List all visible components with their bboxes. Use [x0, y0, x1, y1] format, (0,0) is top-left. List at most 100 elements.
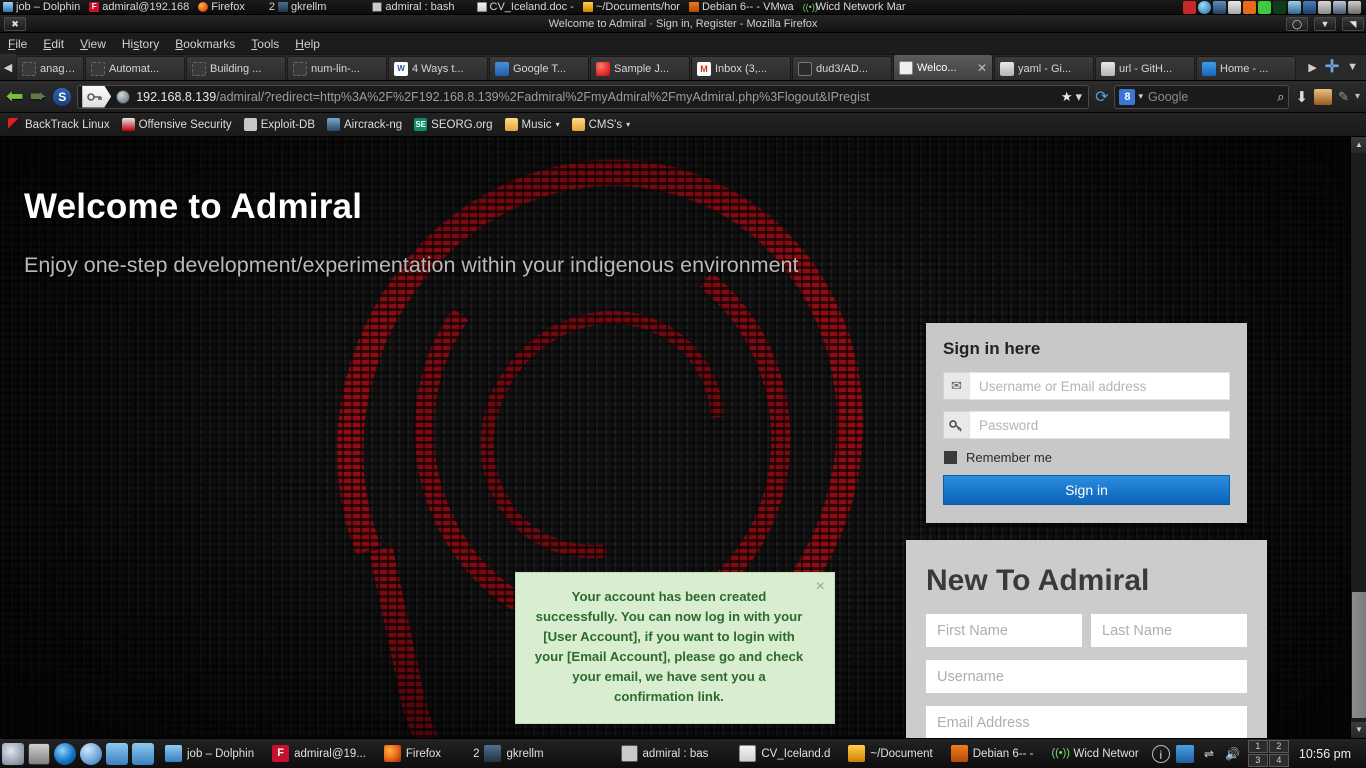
window-menu-button[interactable]: ✖ [4, 16, 26, 31]
maximize-button[interactable]: ▼ [1314, 16, 1336, 31]
taskbar-cv-iceland[interactable]: CV_Iceland.d [731, 742, 838, 766]
bookmark-star-icon[interactable]: ★ [1061, 89, 1073, 105]
remember-me-checkbox[interactable] [944, 451, 957, 464]
pidgin-icon[interactable] [1318, 0, 1331, 14]
kmenu-icon[interactable] [2, 742, 24, 765]
forward-button[interactable]: ➨ [30, 86, 48, 107]
folder2-icon[interactable] [132, 742, 154, 765]
chevron-down-icon[interactable]: ▾ [1076, 89, 1083, 105]
search-bar[interactable]: 8 ▾ Google ⌕ [1114, 84, 1290, 109]
chevron-down-icon[interactable]: ▾ [556, 120, 560, 129]
magnifier-icon[interactable]: ⌕ [1277, 89, 1284, 105]
tab-home-dropbox[interactable]: Home - ... [1196, 56, 1296, 80]
tab-inbox[interactable]: M Inbox (3,... [691, 56, 791, 80]
tab-url-github[interactable]: url - GitH... [1095, 56, 1195, 80]
bookmark-folder-music[interactable]: Music ▾ [504, 118, 560, 131]
bookmark-folder-cms[interactable]: CMS's ▾ [571, 118, 630, 131]
bookmark-exploit-db[interactable]: Exploit-DB [243, 118, 315, 131]
taskbar-filezilla[interactable]: F admiral@19... [264, 742, 374, 766]
menu-history[interactable]: History [122, 37, 159, 51]
remember-me-row[interactable]: Remember me [944, 450, 1230, 465]
tab-dud3-ad[interactable]: dud3/AD... [792, 56, 892, 80]
taskbar-gkrellm[interactable]: 2 gkrellm [451, 742, 551, 766]
klipper-icon[interactable] [1213, 0, 1226, 14]
signin-username-input[interactable] [969, 372, 1230, 400]
bookmark-offensive-security[interactable]: Offensive Security [121, 118, 232, 131]
desktop-1[interactable]: 1 [1247, 740, 1268, 753]
menu-view[interactable]: View [80, 37, 106, 51]
taskbar-documents[interactable]: ~/Document [840, 742, 940, 766]
printer-icon[interactable] [1348, 0, 1361, 14]
top-task-firefox[interactable]: Firefox [195, 0, 251, 14]
tab-automat[interactable]: Automat... [85, 56, 185, 80]
top-task-gkrellm[interactable]: 2 gkrellm [251, 0, 333, 14]
klipper-icon[interactable] [1175, 744, 1194, 763]
bookmark-backtrack-linux[interactable]: BackTrack Linux [8, 118, 110, 131]
water-icon[interactable] [1288, 0, 1301, 14]
top-task-dolphin[interactable]: job – Dolphin [0, 0, 86, 14]
desktop-2[interactable]: 2 [1268, 740, 1289, 753]
search-input[interactable]: Google [1148, 90, 1277, 104]
tab-sample-j[interactable]: Sample J... [590, 56, 690, 80]
kde-icon[interactable] [1303, 0, 1316, 14]
chevron-down-icon[interactable]: ▾ [626, 120, 630, 129]
top-task-cv-doc[interactable]: CV_Iceland.doc - [461, 0, 580, 14]
menu-bookmarks[interactable]: Bookmarks [175, 37, 235, 51]
taskbar-wicd[interactable]: ((•)) Wicd Networ [1043, 742, 1146, 766]
list-all-tabs-button[interactable]: ▼ [1347, 61, 1358, 73]
scroll-down-button[interactable]: ▼ [1351, 722, 1366, 738]
menu-help[interactable]: Help [295, 37, 320, 51]
menu-edit[interactable]: Edit [43, 37, 64, 51]
desktop-3[interactable]: 3 [1247, 754, 1268, 767]
globe-icon[interactable] [1198, 0, 1211, 14]
battery-icon[interactable] [1228, 0, 1241, 14]
taskbar-firefox[interactable]: Firefox [376, 742, 449, 766]
menu-tools[interactable]: Tools [251, 37, 279, 51]
home-icon[interactable] [1314, 88, 1333, 105]
volume-icon[interactable]: 🔊 [1224, 745, 1242, 763]
top-task-vmware[interactable]: Debian 6-- - VMwa [686, 0, 800, 14]
bookmark-aircrack-ng[interactable]: Aircrack-ng [327, 118, 402, 131]
desktop-pager[interactable]: 1 2 3 4 [1247, 740, 1289, 767]
site-identity-button[interactable] [82, 86, 111, 108]
globe-icon[interactable] [80, 742, 102, 765]
register-last-name-input[interactable] [1091, 614, 1247, 647]
top-task-bash[interactable]: admiral : bash [332, 0, 460, 14]
minimize-button[interactable]: ◯ [1286, 16, 1308, 31]
menu-file[interactable]: FFileile [8, 37, 27, 51]
tab-building[interactable]: Building ... [186, 56, 286, 80]
folder-icon[interactable] [106, 742, 128, 765]
display-icon[interactable] [1333, 0, 1346, 14]
tab-4-ways[interactable]: W 4 Ways t... [388, 56, 488, 80]
register-first-name-input[interactable] [926, 614, 1082, 647]
firefox-icon[interactable] [54, 742, 76, 765]
info-icon[interactable]: i [1151, 744, 1170, 763]
clock[interactable]: 10:56 pm [1295, 747, 1359, 761]
terminal-icon[interactable] [28, 742, 50, 765]
scrollbar-thumb[interactable] [1352, 592, 1366, 718]
signin-button[interactable]: Sign in [943, 475, 1230, 505]
register-email-input[interactable] [926, 706, 1247, 738]
power-icon[interactable] [1258, 0, 1271, 14]
tab-scroll-right-button[interactable]: ▶ [1308, 61, 1316, 74]
vertical-scrollbar[interactable]: ▲ ▼ [1350, 137, 1366, 738]
usb-icon[interactable]: ⇌ [1200, 745, 1218, 763]
reload-button[interactable]: ⟳ [1095, 87, 1108, 107]
back-button[interactable]: ⬅ [6, 86, 24, 107]
taskbar-bash[interactable]: admiral : bas [613, 742, 717, 766]
chevron-down-icon[interactable]: ▾ [1138, 91, 1143, 102]
url-bar[interactable]: 192.168.8.139/admiral/?redirect=http%3A%… [77, 84, 1090, 109]
search-engine-icon[interactable]: 8 [1119, 88, 1136, 105]
wifi-icon[interactable] [1273, 0, 1286, 14]
bookmark-seorg[interactable]: SE SEORG.org [414, 118, 493, 131]
tools-icon[interactable] [1243, 0, 1256, 14]
desktop-4[interactable]: 4 [1268, 754, 1289, 767]
top-task-wicd[interactable]: ((•)) Wicd Network Mar [800, 0, 912, 14]
signin-password-input[interactable] [969, 411, 1230, 439]
stumbleupon-button[interactable]: S [53, 87, 72, 106]
close-button[interactable]: ◥ [1342, 16, 1364, 31]
alert-close-icon[interactable]: × [816, 579, 825, 595]
new-tab-button[interactable]: ✛ [1325, 57, 1339, 77]
taskbar-debian-vm[interactable]: Debian 6-- - [943, 742, 1042, 766]
tab-close-icon[interactable]: ✕ [977, 61, 987, 75]
